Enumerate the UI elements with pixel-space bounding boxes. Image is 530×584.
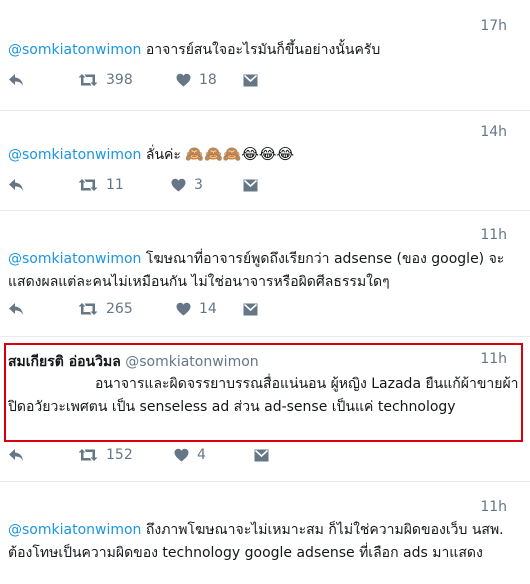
retweet-count: 398 (106, 72, 133, 88)
tweet-text: @somkiatonwimon อาจารย์สนใจอะไรมันก็ขึ้น… (8, 39, 520, 62)
like-button[interactable]: 18 (176, 70, 217, 90)
message-button[interactable] (243, 175, 258, 195)
like-button[interactable]: 3 (171, 175, 203, 195)
retweet-icon (78, 74, 98, 86)
tweet-time[interactable]: 14h (480, 124, 507, 140)
mention-link[interactable]: @somkiatonwimon (8, 42, 141, 58)
like-button[interactable]: 4 (174, 445, 206, 465)
reply-icon (9, 74, 23, 86)
retweet-count: 152 (106, 447, 133, 463)
tweet-text: อนาจารและผิดจรรยาบรรณสื่อแน่นอน ผู้หญิง … (8, 373, 520, 419)
mention-link[interactable]: @somkiatonwimon (8, 147, 141, 163)
tweet-3: 11h @somkiatonwimon โฆษณาที่อาจารย์พูดถึ… (0, 211, 530, 336)
tweet-header: สมเกียรติ อ่อนวิมล @somkiatonwimon (8, 351, 520, 374)
tweet-text: @somkiatonwimon ลั่นค่ะ 🙈🙈🙈😂😂😂 (8, 143, 520, 167)
tweet-time[interactable]: 17h (480, 18, 507, 34)
like-button[interactable]: 14 (176, 299, 217, 319)
retweet-icon (78, 449, 98, 461)
retweet-icon (78, 179, 98, 191)
username[interactable]: @somkiatonwimon (125, 354, 258, 370)
tweet-4: 11h สมเกียรติ อ่อนวิมล @somkiatonwimon อ… (0, 337, 530, 477)
tweet-text-content: อาจารย์สนใจอะไรมันก็ขึ้นอย่างนั้นครับ (145, 42, 381, 58)
retweet-button[interactable]: 152 (78, 445, 133, 465)
reply-icon (9, 303, 23, 315)
tweet-actions: 398 18 (8, 70, 308, 90)
reply-icon (9, 449, 23, 461)
tweet-5: 11h @somkiatonwimon ถึงภาพโฆษณาจะไม่เหมา… (0, 482, 530, 584)
tweet-actions: 11 3 (8, 175, 308, 195)
envelope-icon (254, 449, 269, 461)
heart-icon (176, 73, 191, 87)
mention-link[interactable]: @somkiatonwimon (8, 522, 141, 538)
tweet-text: @somkiatonwimon โฆษณาที่อาจารย์พูดถึงเรี… (8, 248, 520, 294)
envelope-icon (243, 179, 258, 191)
tweet-text: @somkiatonwimon ถึงภาพโฆษณาจะไม่เหมาะสม … (8, 519, 520, 565)
tweet-text-content: ลั่นค่ะ (145, 147, 181, 163)
envelope-icon (243, 74, 258, 86)
like-count: 4 (197, 447, 206, 463)
retweet-button[interactable]: 265 (78, 299, 133, 319)
reply-button[interactable] (8, 299, 24, 319)
display-name[interactable]: สมเกียรติ อ่อนวิมล (8, 354, 121, 370)
like-count: 14 (199, 301, 217, 317)
emoji-group: 🙈🙈🙈😂😂😂 (185, 145, 294, 163)
tweet-time[interactable]: 11h (480, 227, 507, 243)
mention-link[interactable]: @somkiatonwimon (8, 251, 141, 267)
tweet-text-content: อนาจารและผิดจรรยาบรรณสื่อแน่นอน ผู้หญิง … (8, 376, 519, 415)
tweet-1: 17h @somkiatonwimon อาจารย์สนใจอะไรมันก็… (0, 0, 530, 112)
reply-button[interactable] (8, 445, 24, 465)
tweet-actions: 152 4 (8, 445, 308, 465)
retweet-count: 265 (106, 301, 133, 317)
tweet-2: 14h @somkiatonwimon ลั่นค่ะ 🙈🙈🙈😂😂😂 11 3 (0, 111, 530, 211)
tweet-time[interactable]: 11h (480, 499, 507, 515)
reply-icon (9, 179, 23, 191)
message-button[interactable] (243, 299, 258, 319)
like-count: 18 (199, 72, 217, 88)
message-button[interactable] (254, 445, 269, 465)
envelope-icon (243, 303, 258, 315)
heart-icon (176, 302, 191, 316)
tweet-actions: 265 14 (8, 299, 308, 319)
reply-button[interactable] (8, 70, 24, 90)
heart-icon (171, 178, 186, 192)
heart-icon (174, 448, 189, 462)
retweet-icon (78, 303, 98, 315)
retweet-button[interactable]: 11 (78, 175, 124, 195)
like-count: 3 (194, 177, 203, 193)
retweet-button[interactable]: 398 (78, 70, 133, 90)
reply-button[interactable] (8, 175, 24, 195)
message-button[interactable] (243, 70, 258, 90)
retweet-count: 11 (106, 177, 124, 193)
